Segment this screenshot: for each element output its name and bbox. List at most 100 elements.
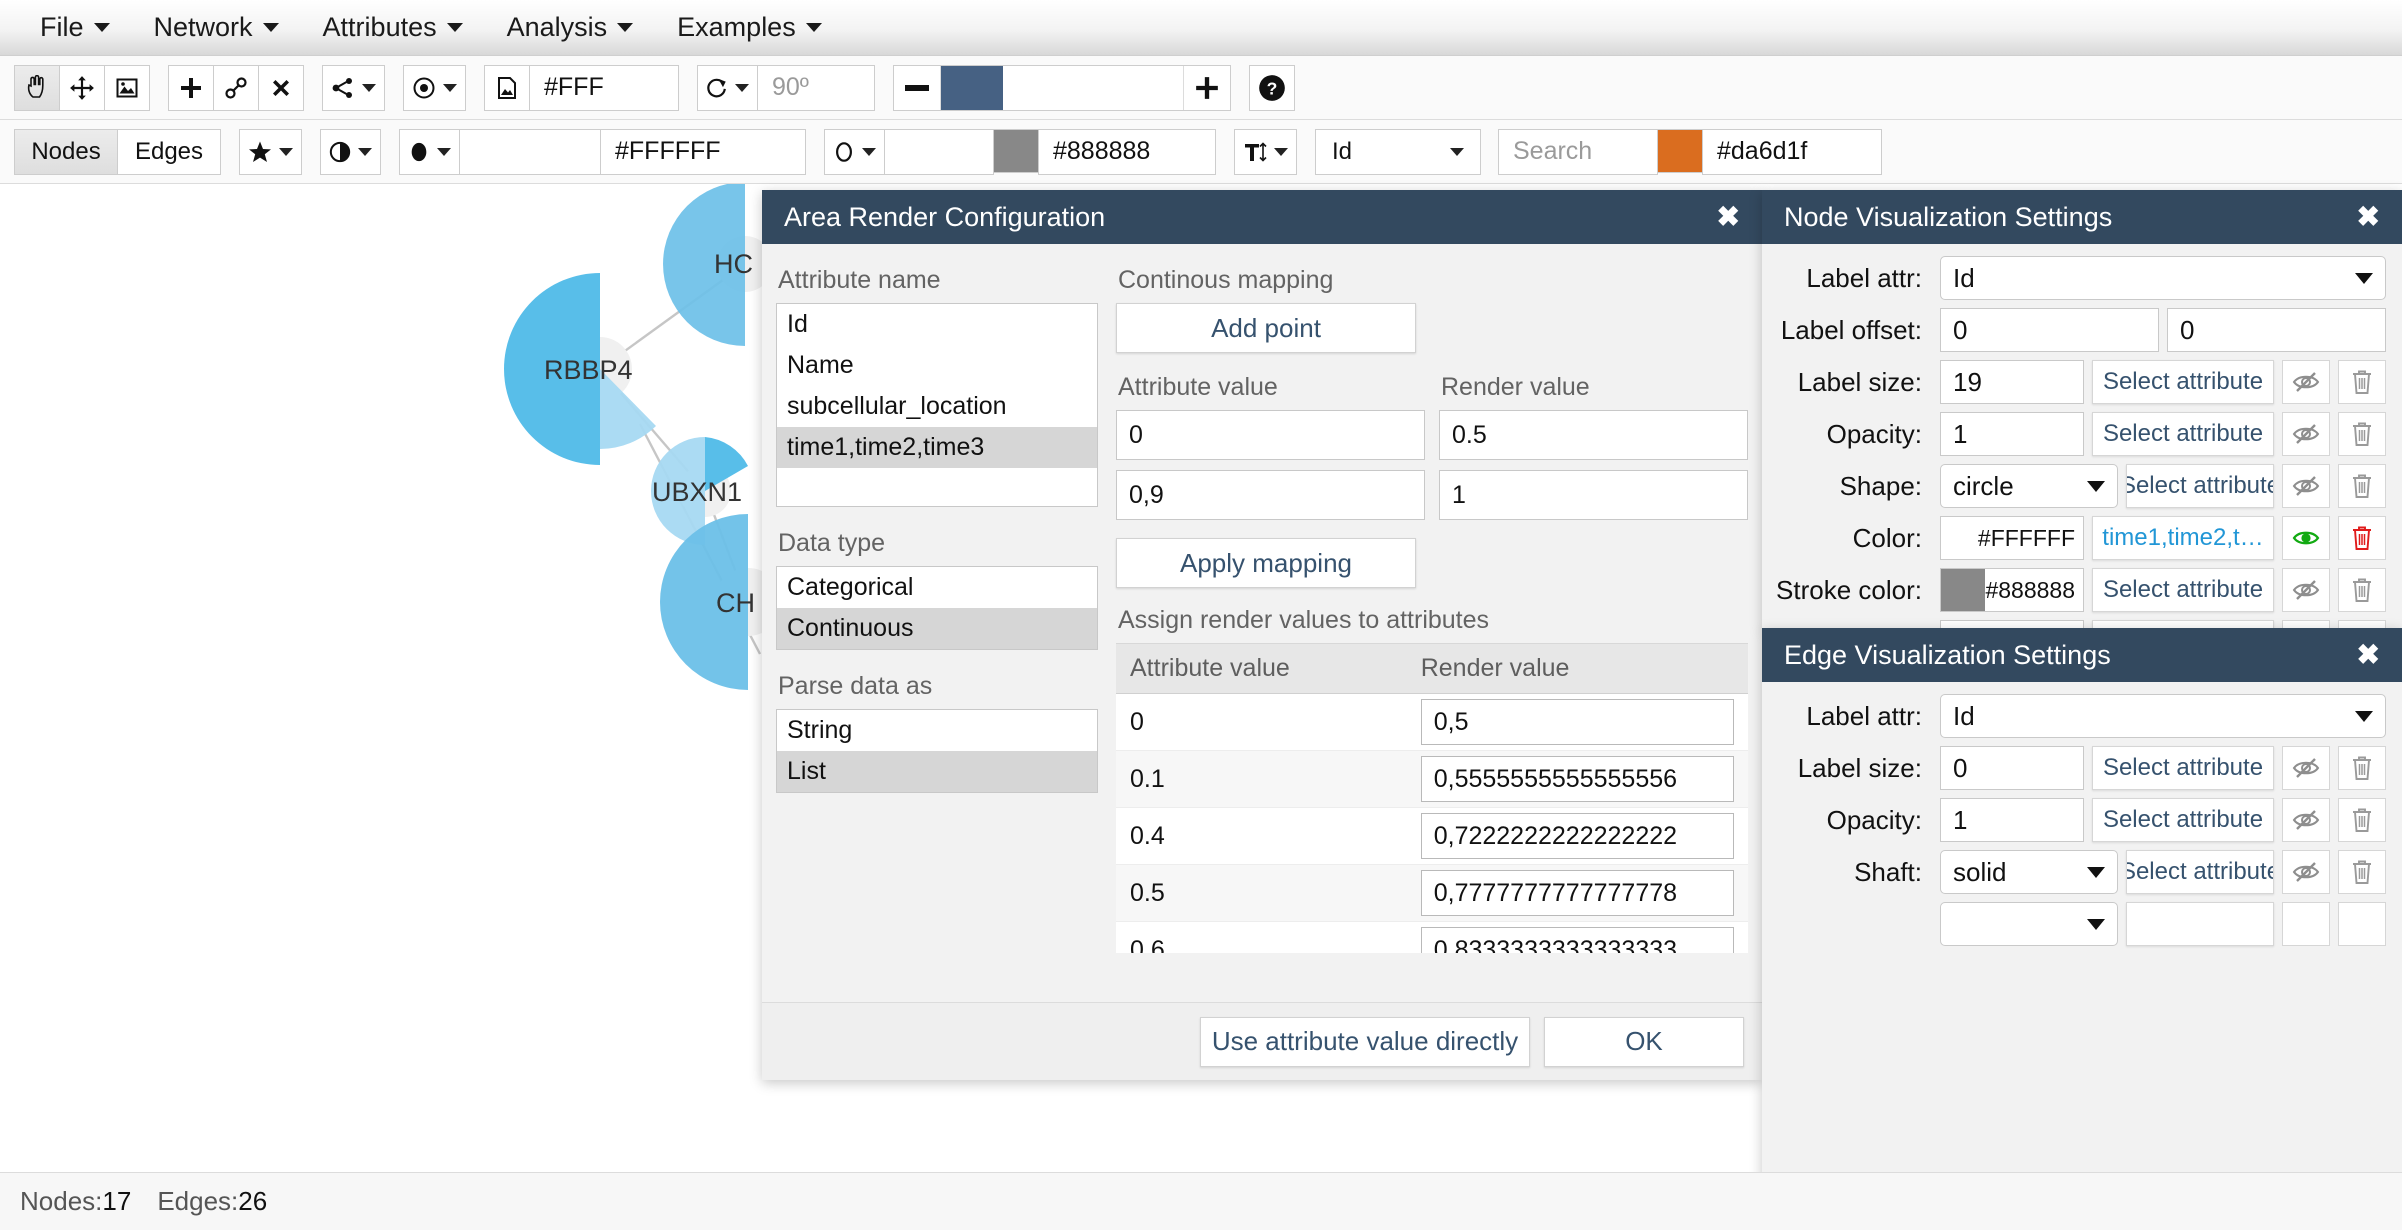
select-pointer-tool-button[interactable] [14,64,60,111]
menu-item-file[interactable]: File [18,10,132,45]
node-stroke-color-swatch[interactable] [993,128,1039,173]
node-color-swatch[interactable] [1941,517,1978,559]
accent-color-input[interactable]: #da6d1f [1702,128,1882,175]
edge-shaft-attribute-button[interactable]: Select attribute [2126,850,2274,894]
render-value-input[interactable]: 0,7777777777777778 [1420,870,1734,916]
node-shape-delete-button[interactable] [2338,464,2386,508]
node-label-offset-x-input[interactable]: 0 [1940,308,2159,352]
attribute-name-listbox[interactable]: Id Name subcellular_location time1,time2… [776,303,1098,507]
node-label-size-delete-button[interactable] [2338,360,2386,404]
move-tool-button[interactable] [59,64,105,111]
use-attribute-value-directly-button[interactable]: Use attribute value directly [1200,1016,1530,1067]
render-value-input[interactable]: 0,8333333333333333 [1420,927,1734,953]
layout-button[interactable] [322,64,385,111]
render-value-input[interactable]: 0,7222222222222222 [1420,813,1734,859]
edge-extra-delete-button[interactable] [2338,902,2386,946]
data-type-listbox[interactable]: Categorical Continuous [776,566,1098,650]
table-row[interactable]: 0 0,5 [1116,693,1748,751]
edge-opacity-input[interactable]: 1 [1940,798,2084,842]
node-opacity-attribute-button[interactable]: Select attribute [2092,412,2274,456]
add-edge-button[interactable] [213,64,259,111]
parse-data-option-string[interactable]: String [777,710,1097,751]
assign-values-table-scroll[interactable]: Attribute value Render value 0 0,5 0.1 0… [1116,643,1748,953]
tab-edges[interactable]: Edges [117,128,221,175]
render-value-input[interactable]: 0,5555555555555556 [1420,756,1734,802]
table-row[interactable]: 0.4 0,7222222222222222 [1116,807,1748,865]
label-size-button[interactable] [1234,128,1297,175]
node-label-attr-select[interactable]: Id [1940,256,2386,300]
node-stroke-color-input[interactable]: #888888 [1038,128,1216,175]
edge-label-attr-select[interactable]: Id [1940,694,2386,738]
node-fill-color-button[interactable] [399,128,460,175]
node-color-delete-button[interactable] [2338,516,2386,560]
node-shape-button[interactable] [239,128,302,175]
menu-item-examples[interactable]: Examples [655,10,844,45]
node-shape-select[interactable]: circle [1940,464,2118,508]
tab-nodes[interactable]: Nodes [14,128,118,175]
edge-label-size-attribute-button[interactable]: Select attribute [2092,746,2274,790]
node-stroke-color-swatch[interactable] [1941,569,1986,611]
zoom-in-button[interactable] [1184,66,1230,110]
help-button[interactable]: ? [1249,64,1295,111]
node-fill-color-input[interactable]: #FFFFFF [600,128,806,175]
label-attr-select[interactable]: Id [1315,128,1481,175]
delete-button[interactable] [258,64,304,111]
close-icon[interactable]: ✖ [1717,203,1740,231]
node-label-size-visibility-toggle[interactable] [2282,360,2330,404]
accent-color-swatch[interactable] [1657,128,1703,173]
rotate-button[interactable] [697,64,758,111]
edge-extra-visibility-toggle[interactable] [2282,902,2330,946]
search-input[interactable]: Search [1498,128,1658,175]
edge-extra-select[interactable] [1940,902,2118,946]
node-color-picker[interactable]: #FFFFFF [1940,516,2084,560]
edge-opacity-visibility-toggle[interactable] [2282,798,2330,842]
area-render-configuration-dialog[interactable]: Area Render Configuration ✖ Attribute na… [762,190,1762,1080]
edge-shaft-delete-button[interactable] [2338,850,2386,894]
node-color-visibility-toggle[interactable] [2282,516,2330,560]
mapping-point-0-render[interactable]: 0.5 [1439,410,1748,460]
node-visualization-settings-panel[interactable]: Node Visualization Settings ✖ Label attr… [1762,190,2402,924]
node-stroke-color-picker[interactable]: #888888 [1940,568,2084,612]
render-value-input[interactable]: 0,5 [1420,699,1734,745]
background-color-input[interactable]: #FFF [529,64,679,111]
add-node-button[interactable] [168,64,214,111]
table-row[interactable]: 0.1 0,5555555555555556 [1116,750,1748,808]
node-stroke-color-attribute-button[interactable]: Select attribute [2092,568,2274,612]
close-icon[interactable]: ✖ [2357,641,2380,669]
edge-visualization-settings-panel[interactable]: Edge Visualization Settings ✖ Label attr… [1762,628,2402,1230]
menu-item-attributes[interactable]: Attributes [301,10,485,45]
rotation-input[interactable]: 90º [757,64,875,111]
mapping-point-1-attribute[interactable]: 0,9 [1116,470,1425,520]
menu-item-network[interactable]: Network [132,10,301,45]
table-row[interactable]: 0.5 0,7777777777777778 [1116,864,1748,922]
node-label-size-attribute-button[interactable]: Select attribute [2092,360,2274,404]
node-color-attribute-button[interactable]: time1,time2,t… [2092,516,2274,560]
edge-opacity-delete-button[interactable] [2338,798,2386,842]
edge-shaft-visibility-toggle[interactable] [2282,850,2330,894]
edge-shaft-select[interactable]: solid [1940,850,2118,894]
node-opacity-visibility-toggle[interactable] [2282,412,2330,456]
node-shape-attribute-button[interactable]: Select attribute [2126,464,2274,508]
node-fill-color-picker[interactable] [459,128,601,175]
node-opacity-input[interactable]: 1 [1940,412,2084,456]
node-stroke-color-visibility-toggle[interactable] [2282,568,2330,612]
table-row[interactable]: 0.6 0,8333333333333333 [1116,921,1748,953]
edge-label-size-visibility-toggle[interactable] [2282,746,2330,790]
attribute-option-id[interactable]: Id [777,304,1097,345]
attribute-option-time[interactable]: time1,time2,time3 [777,427,1097,468]
menu-item-analysis[interactable]: Analysis [485,10,656,45]
mapping-point-0-attribute[interactable]: 0 [1116,410,1425,460]
add-point-button[interactable]: Add point [1116,303,1416,353]
data-type-option-continuous[interactable]: Continuous [777,608,1097,649]
ok-button[interactable]: OK [1544,1016,1744,1067]
node-opacity-delete-button[interactable] [2338,412,2386,456]
render-mode-button[interactable] [403,64,466,111]
node-opacity-button[interactable] [320,128,381,175]
close-icon[interactable]: ✖ [2357,203,2380,231]
parse-data-listbox[interactable]: String List [776,709,1098,793]
attribute-option-subcellular-location[interactable]: subcellular_location [777,386,1097,427]
edge-extra-attribute-button[interactable] [2126,902,2274,946]
node-stroke-color-picker[interactable] [884,128,994,175]
data-type-option-categorical[interactable]: Categorical [777,567,1097,608]
apply-mapping-button[interactable]: Apply mapping [1116,538,1416,588]
